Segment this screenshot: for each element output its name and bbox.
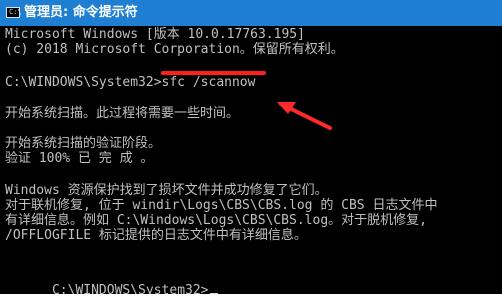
console-line: /OFFLOGFILE 标记提供的日志文件中有详细信息。 (5, 228, 307, 243)
console-icon: C:\ (6, 7, 22, 18)
console-line: Microsoft Windows [版本 10.0.17763.195] (5, 27, 305, 42)
console-line: Windows 资源保护找到了损坏文件并成功修复了它们。 (5, 183, 328, 198)
window-bottom-edge (0, 294, 502, 302)
console-output[interactable]: Microsoft Windows [版本 10.0.17763.195] (c… (5, 27, 497, 298)
command-line: C:\WINDOWS\System32>sfc /scannow (5, 75, 256, 90)
console-line: 验证 100% 已 完 成 。 (5, 151, 154, 166)
console-line: (c) 2018 Microsoft Corporation。保留所有权利。 (5, 42, 344, 57)
command-highlight-underline (161, 71, 266, 75)
command-prompt-window: C:\ 管理员: 命令提示符 Microsoft Windows [版本 10.… (0, 0, 502, 302)
annotation-arrow-icon (277, 102, 332, 130)
console-line: 对于联机修复, 位于 windir\Logs\CBS\CBS.log 的 CBS… (5, 198, 438, 213)
console-line: 有详细信息。例如 C:\Windows\Logs\CBS\CBS.log。对于脱… (5, 213, 427, 228)
console-line: 开始系统扫描。此过程将需要一些时间。 (5, 106, 240, 121)
window-title: 管理员: 命令提示符 (24, 5, 138, 20)
title-bar[interactable]: C:\ 管理员: 命令提示符 (0, 0, 502, 26)
console-line: 开始系统扫描的验证阶段。 (5, 136, 162, 151)
console-icon-label: C:\ (9, 8, 22, 16)
